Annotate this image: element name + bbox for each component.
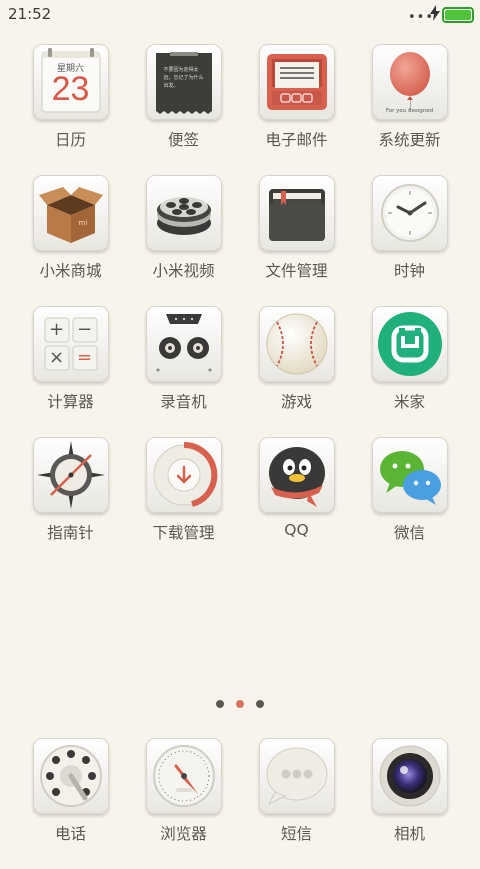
app-phone[interactable]: 电话 xyxy=(14,738,127,869)
calc-key-plus: + xyxy=(48,319,65,340)
film-reel-icon xyxy=(145,175,222,251)
mijia-icon xyxy=(371,306,448,382)
app-games[interactable]: 游戏 xyxy=(240,306,353,437)
update-tagline: For you designed xyxy=(385,108,434,114)
page-dot[interactable] xyxy=(256,700,264,708)
app-file-manager[interactable]: 文件管理 xyxy=(240,175,353,306)
app-label: 游戏 xyxy=(280,393,312,411)
app-qq[interactable]: QQ xyxy=(240,437,353,568)
app-row: + − × = 计算器 录音机 游戏 米家 xyxy=(14,306,466,437)
app-label: 电子邮件 xyxy=(265,131,328,149)
app-camera[interactable]: 相机 xyxy=(353,738,466,869)
app-email[interactable]: 电子邮件 xyxy=(240,44,353,175)
dock: 电话 浏览器 短信 相机 xyxy=(14,738,466,869)
app-label: 下载管理 xyxy=(152,524,215,542)
calc-key-times: × xyxy=(48,347,65,368)
clock-icon xyxy=(371,175,448,251)
app-calendar[interactable]: 星期六 23 日历 xyxy=(14,44,127,175)
bolt-icon xyxy=(430,5,440,21)
app-browser[interactable]: 浏览器 xyxy=(127,738,240,869)
status-time: 21:52 xyxy=(8,5,52,23)
app-label: 时钟 xyxy=(393,262,425,280)
battery-full-icon xyxy=(442,7,474,23)
app-calculator[interactable]: + − × = 计算器 xyxy=(14,306,127,437)
app-downloads[interactable]: 下载管理 xyxy=(127,437,240,568)
folder-icon xyxy=(258,175,335,251)
app-label: 浏览器 xyxy=(160,825,207,843)
app-label: 微信 xyxy=(393,524,425,542)
app-label: 小米商城 xyxy=(39,262,102,280)
app-label: QQ xyxy=(284,521,309,539)
page-indicator xyxy=(0,698,480,710)
app-label: 相机 xyxy=(393,825,425,843)
app-label: 日历 xyxy=(54,131,86,149)
app-label: 便签 xyxy=(167,131,199,149)
app-label: 短信 xyxy=(280,825,312,843)
cassette-recorder-icon xyxy=(145,306,222,382)
status-bar: 21:52 ••• xyxy=(0,0,480,28)
app-row: mi 小米商城 小米视频 文件管理 时钟 xyxy=(14,175,466,306)
calendar-day: 23 xyxy=(51,70,90,108)
qq-penguin-icon xyxy=(258,437,335,513)
wechat-icon xyxy=(371,437,448,513)
app-system-update[interactable]: For you designed 系统更新 xyxy=(353,44,466,175)
app-wechat[interactable]: 微信 xyxy=(353,437,466,568)
calc-key-minus: − xyxy=(76,319,93,340)
app-label: 小米视频 xyxy=(152,262,215,280)
email-icon xyxy=(258,44,335,120)
app-mi-video[interactable]: 小米视频 xyxy=(127,175,240,306)
page-dot[interactable] xyxy=(216,700,224,708)
app-messages[interactable]: 短信 xyxy=(240,738,353,869)
page-dot-active[interactable] xyxy=(236,700,244,708)
balloon-update-icon: For you designed xyxy=(371,44,448,120)
app-row: 指南针 下载管理 QQ 微信 xyxy=(14,437,466,568)
camera-lens-icon xyxy=(371,738,448,814)
baseball-icon xyxy=(258,306,335,382)
phone-dial-icon xyxy=(32,738,109,814)
compass-icon xyxy=(32,437,109,513)
app-clock[interactable]: 时钟 xyxy=(353,175,466,306)
calc-key-equals: = xyxy=(76,347,93,368)
app-row: 星期六 23 日历 不要因为走得太远，忘记了为什么出发。 便签 电子邮件 For… xyxy=(14,44,466,175)
message-bubble-icon xyxy=(258,738,335,814)
app-notes[interactable]: 不要因为走得太远，忘记了为什么出发。 便签 xyxy=(127,44,240,175)
box-store-icon: mi xyxy=(32,175,109,251)
app-label: 录音机 xyxy=(160,393,207,411)
calendar-icon: 星期六 23 xyxy=(32,44,109,120)
app-label: 电话 xyxy=(54,825,86,843)
notes-icon: 不要因为走得太远，忘记了为什么出发。 xyxy=(145,44,222,120)
app-label: 系统更新 xyxy=(378,131,441,149)
download-icon xyxy=(145,437,222,513)
app-compass[interactable]: 指南针 xyxy=(14,437,127,568)
dock-row: 电话 浏览器 短信 相机 xyxy=(14,738,466,869)
app-label: 计算器 xyxy=(47,393,94,411)
speedometer-browser-icon xyxy=(145,738,222,814)
box-mark: mi xyxy=(78,219,88,227)
app-label: 指南针 xyxy=(47,524,94,542)
app-mijia[interactable]: 米家 xyxy=(353,306,466,437)
app-mi-store[interactable]: mi 小米商城 xyxy=(14,175,127,306)
app-recorder[interactable]: 录音机 xyxy=(127,306,240,437)
app-label: 文件管理 xyxy=(265,262,328,280)
note-text: 不要因为走得太远，忘记了为什么出发。 xyxy=(163,67,204,89)
app-label: 米家 xyxy=(393,393,425,411)
app-grid: 星期六 23 日历 不要因为走得太远，忘记了为什么出发。 便签 电子邮件 For… xyxy=(14,44,466,568)
calculator-icon: + − × = xyxy=(32,306,109,382)
